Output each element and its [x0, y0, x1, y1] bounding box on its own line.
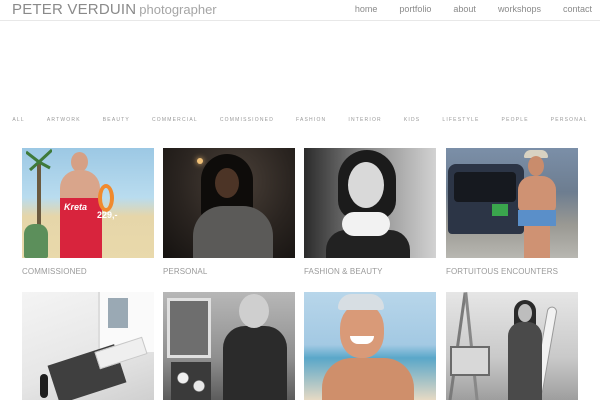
- tile-caption[interactable]: COMMISSIONED: [22, 267, 154, 276]
- figure-collar: [342, 212, 390, 236]
- thumbnail-smiling-man[interactable]: [304, 292, 436, 400]
- portfolio-tile-commissioned[interactable]: Kreta 229,- COMMISSIONED: [22, 148, 154, 276]
- thumbnail-surfer[interactable]: [446, 292, 578, 400]
- portfolio-tile-7[interactable]: [304, 292, 436, 400]
- portfolio-tile-8[interactable]: [446, 292, 578, 400]
- site-logo[interactable]: PETER VERDUIN photographer: [12, 1, 217, 19]
- thumbnail-man-flowers[interactable]: [163, 292, 295, 400]
- nav-workshops[interactable]: workshops: [498, 4, 541, 14]
- tile-caption[interactable]: FASHION & BEAUTY: [304, 267, 436, 276]
- filter-all[interactable]: ALL: [12, 117, 25, 123]
- lamp-light-shape: [197, 158, 203, 164]
- filter-commissioned[interactable]: COMMISSIONED: [220, 117, 274, 123]
- figure-cap: [338, 294, 384, 310]
- filter-interior[interactable]: INTERIOR: [348, 117, 382, 123]
- filter-artwork[interactable]: ARTWORK: [47, 117, 81, 123]
- thumbnail-interior[interactable]: [22, 292, 154, 400]
- lifeguard-tower-shape: [450, 346, 490, 376]
- window-shape: [108, 298, 128, 328]
- figure-shape: [40, 374, 48, 398]
- filter-kids[interactable]: KIDS: [404, 117, 420, 123]
- figure-head: [239, 294, 269, 328]
- figure-legs: [524, 226, 550, 258]
- thumbnail-commissioned[interactable]: Kreta 229,-: [22, 148, 154, 258]
- thumbnail-personal[interactable]: [163, 148, 295, 258]
- portfolio-tile-5[interactable]: [22, 292, 154, 400]
- figure-cloak: [193, 206, 273, 258]
- figure-shorts: [518, 210, 556, 226]
- portfolio-tile-personal[interactable]: PERSONAL: [163, 148, 295, 276]
- price-text: 229,-: [97, 210, 118, 220]
- tile-caption[interactable]: FORTUITOUS ENCOUNTERS: [446, 267, 578, 276]
- towel-text: Kreta: [64, 202, 88, 212]
- thumbnail-fortuitous-encounters[interactable]: [446, 148, 578, 258]
- tile-caption[interactable]: PERSONAL: [163, 267, 295, 276]
- car-window-shape: [454, 172, 516, 202]
- flowers-shape: [171, 362, 211, 400]
- filter-commercial[interactable]: COMMERCIAL: [152, 117, 198, 123]
- filter-fashion[interactable]: FASHION: [296, 117, 326, 123]
- figure-body: [322, 358, 414, 400]
- life-ring-shape: [98, 184, 114, 212]
- figure-head: [71, 152, 88, 172]
- plant-shape: [24, 224, 48, 258]
- figure-face: [518, 304, 532, 322]
- portfolio-filter-bar: ALL ARTWORK BEAUTY COMMERCIAL COMMISSION…: [0, 117, 600, 123]
- window-frame-shape: [167, 298, 211, 358]
- thumbnail-fashion-beauty[interactable]: [304, 148, 436, 258]
- figure-face: [215, 168, 239, 198]
- nav-contact[interactable]: contact: [563, 4, 592, 14]
- portfolio-tile-fashion-beauty[interactable]: FASHION & BEAUTY: [304, 148, 436, 276]
- filter-people[interactable]: PEOPLE: [502, 117, 529, 123]
- brand-name: PETER VERDUIN: [12, 1, 137, 18]
- figure-body: [223, 326, 287, 400]
- figure-head: [528, 156, 544, 176]
- brand-subtitle: photographer: [139, 2, 217, 17]
- figure-body: [508, 322, 542, 400]
- portfolio-tile-fortuitous-encounters[interactable]: FORTUITOUS ENCOUNTERS: [446, 148, 578, 276]
- portfolio-tile-6[interactable]: [163, 292, 295, 400]
- filter-personal[interactable]: PERSONAL: [551, 117, 588, 123]
- filter-beauty[interactable]: BEAUTY: [103, 117, 130, 123]
- cooler-shape: [492, 204, 508, 216]
- figure-face: [348, 162, 384, 208]
- figure-body: [518, 176, 556, 212]
- figure-face: [340, 304, 384, 358]
- main-nav: home portfolio about workshops contact: [333, 4, 592, 14]
- filter-lifestyle[interactable]: LIFESTYLE: [442, 117, 479, 123]
- site-header: PETER VERDUIN photographer home portfolio…: [0, 0, 600, 21]
- nav-portfolio[interactable]: portfolio: [399, 4, 431, 14]
- nav-about[interactable]: about: [453, 4, 476, 14]
- nav-home[interactable]: home: [355, 4, 378, 14]
